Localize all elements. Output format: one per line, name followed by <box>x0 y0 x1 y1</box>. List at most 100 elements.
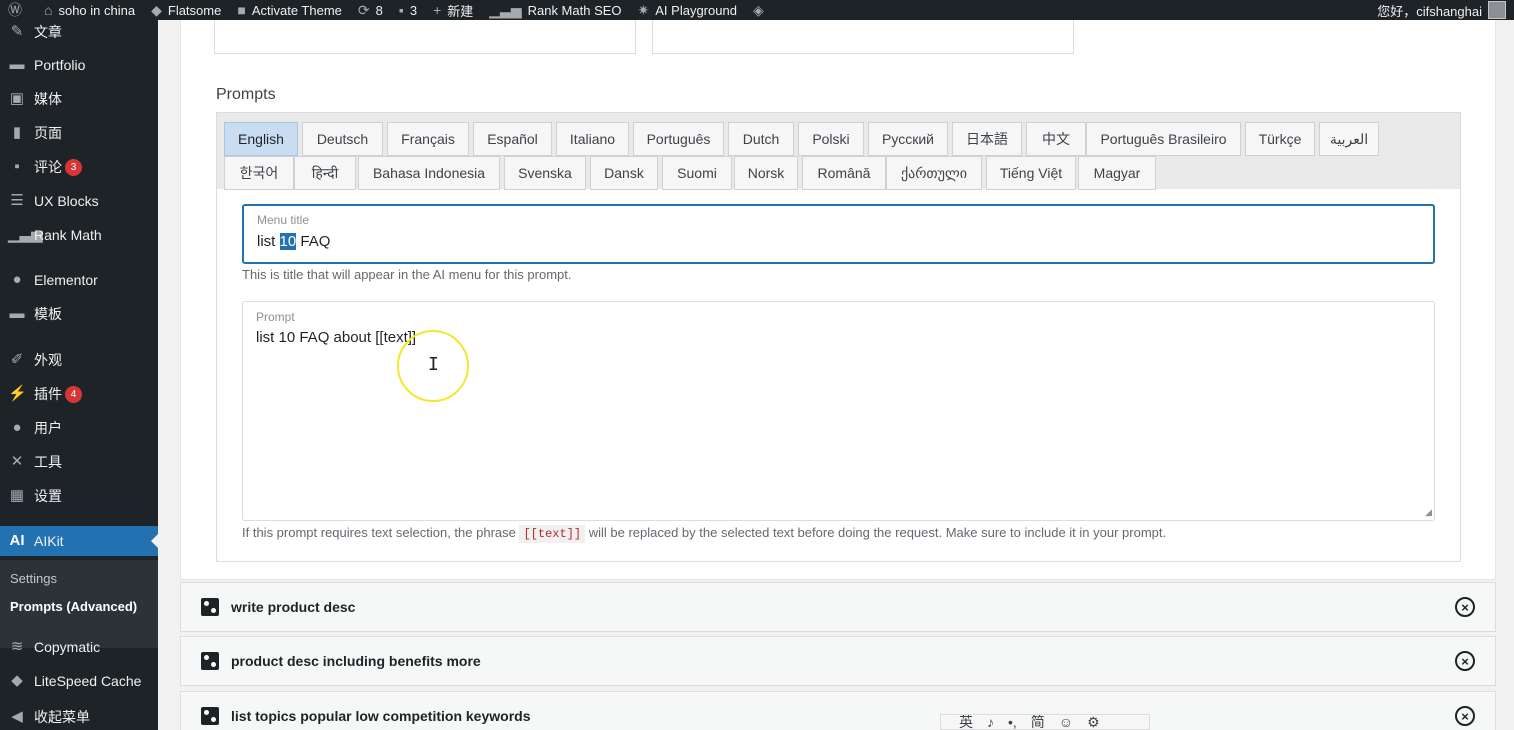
rankmath-link[interactable]: ▁▃▅ Rank Math SEO <box>481 0 629 20</box>
tab-dansk[interactable]: Dansk <box>590 156 658 190</box>
activate-theme-link[interactable]: ■ Activate Theme <box>229 0 350 20</box>
prompt-icon <box>201 707 219 725</box>
avatar <box>1488 1 1506 19</box>
comment-icon: ▪ <box>398 2 404 18</box>
page-icon: ▮ <box>12 124 22 141</box>
my-account-link[interactable]: 您好，cifshanghai <box>1369 0 1514 20</box>
new-content-link[interactable]: + 新建 <box>425 0 481 20</box>
tab-bahasa-indonesia[interactable]: Bahasa Indonesia <box>358 156 500 190</box>
sidebar-item-settings[interactable]: ▦ 设置 <box>0 481 158 511</box>
delete-prompt-icon[interactable]: × <box>1455 651 1475 671</box>
sidebar-item-pages[interactable]: ▮ 页面 <box>0 118 158 148</box>
text-placeholder-code: [[text]] <box>519 525 586 543</box>
tab-dutch[interactable]: Dutch <box>728 122 794 156</box>
tab-arabic[interactable]: العربية <box>1319 122 1379 156</box>
comments-badge: 3 <box>65 158 82 176</box>
sidebar-item-templates[interactable]: ▬ 模板 <box>0 299 158 329</box>
prompt-list-item[interactable]: product desc including benefits more × <box>180 636 1496 686</box>
tab-polski[interactable]: Polski <box>798 122 864 156</box>
lock-icon: ■ <box>237 2 246 18</box>
sidebar-item-media[interactable]: ▣ 媒体 <box>0 84 158 114</box>
prompt-help: If this prompt requires text selection, … <box>242 525 1167 543</box>
sidebar-item-rank-math[interactable]: ▁▃▅ Rank Math <box>0 220 158 250</box>
tab-japanese[interactable]: 日本語 <box>952 122 1022 156</box>
tab-turkce[interactable]: Türkçe <box>1245 122 1315 156</box>
submenu-prompts-advanced[interactable]: Prompts (Advanced) <box>10 599 137 614</box>
ime-simplified-toggle[interactable]: 简 <box>1031 715 1045 729</box>
menu-title-label: Menu title <box>257 213 310 227</box>
main-content: Prompts English Deutsch Français Español… <box>158 20 1514 730</box>
sidebar-item-portfolio[interactable]: ▬ Portfolio <box>0 50 158 80</box>
sidebar-item-tools[interactable]: ✕ 工具 <box>0 447 158 477</box>
ime-punctuation-icon[interactable]: •, <box>1008 715 1017 729</box>
resize-handle-icon[interactable]: ◢ <box>1425 507 1432 518</box>
ai-playground-link[interactable]: ✷ AI Playground <box>630 0 745 20</box>
menu-title-value: list 10 FAQ <box>257 233 331 250</box>
pin-icon: ✎ <box>10 23 24 40</box>
stack-icon: ≋ <box>10 638 24 655</box>
language-tabs-container: English Deutsch Français Español Italian… <box>216 112 1461 562</box>
elementor-icon: ● <box>12 271 22 288</box>
upper-field-box <box>214 20 636 54</box>
language-tabs: English Deutsch Français Español Italian… <box>217 113 1460 190</box>
tab-romana[interactable]: Română <box>802 156 886 190</box>
tab-francais[interactable]: Français <box>387 122 469 156</box>
sidebar-item-ux-blocks[interactable]: ☰ UX Blocks <box>0 186 158 216</box>
tab-portugues-brasileiro[interactable]: Português Brasileiro <box>1086 122 1241 156</box>
tab-italiano[interactable]: Italiano <box>556 122 629 156</box>
prompt-list-item[interactable]: write product desc × <box>180 582 1496 632</box>
prompt-icon <box>201 652 219 670</box>
tab-deutsch[interactable]: Deutsch <box>302 122 383 156</box>
ime-toolbar: 英 ♪ •, 简 ☺ ⚙ <box>940 714 1150 730</box>
flatsome-icon: ◆ <box>151 2 162 18</box>
upper-field-box <box>652 20 1074 54</box>
comments-link[interactable]: ▪ 3 <box>391 0 425 20</box>
chart-icon: ▁▃▅ <box>8 226 43 243</box>
sidebar-item-comments[interactable]: ▪ 评论 3 <box>0 152 158 182</box>
tab-espanol[interactable]: Español <box>473 122 552 156</box>
sidebar-item-users[interactable]: ● 用户 <box>0 413 158 443</box>
magic-wand-icon: ✷ <box>637 2 650 18</box>
delete-prompt-icon[interactable]: × <box>1455 597 1475 617</box>
tab-norsk[interactable]: Norsk <box>734 156 798 190</box>
blocks-icon: ☰ <box>10 192 24 209</box>
prompt-list-item[interactable]: list topics popular low competition keyw… <box>180 691 1496 730</box>
tab-korean[interactable]: 한국어 <box>224 156 294 190</box>
delete-prompt-icon[interactable]: × <box>1455 706 1475 726</box>
sidebar-item-aikit[interactable]: AI AIKit <box>0 526 158 556</box>
ime-settings-icon[interactable]: ⚙ <box>1087 715 1100 729</box>
tab-magyar[interactable]: Magyar <box>1078 156 1156 190</box>
comment-icon: ▪ <box>14 158 20 175</box>
tab-suomi[interactable]: Suomi <box>662 156 732 190</box>
tab-russian[interactable]: Русский <box>868 122 948 156</box>
submenu-settings[interactable]: Settings <box>10 571 57 586</box>
litespeed-link[interactable]: ◈ <box>745 0 778 20</box>
ime-language-toggle[interactable]: 英 <box>959 715 973 729</box>
tab-georgian[interactable]: ქართული <box>886 156 982 190</box>
collapse-icon: ◀ <box>11 708 23 725</box>
wordpress-logo-icon[interactable]: Ⓦ <box>0 0 36 20</box>
tab-portugues[interactable]: Português <box>633 122 724 156</box>
ime-moon-icon[interactable]: ♪ <box>987 715 994 729</box>
tab-svenska[interactable]: Svenska <box>504 156 586 190</box>
collapse-menu-button[interactable]: ◀ 收起菜单 <box>0 702 158 730</box>
ime-emoji-icon[interactable]: ☺ <box>1059 715 1073 729</box>
theme-link[interactable]: ◆ Flatsome <box>143 0 229 20</box>
menu-title-field[interactable]: Menu title list 10 FAQ <box>242 204 1435 264</box>
tab-english[interactable]: English <box>224 122 298 156</box>
updates-link[interactable]: ⟳ 8 <box>350 0 391 20</box>
tab-tieng-viet[interactable]: Tiếng Việt <box>986 156 1076 190</box>
selected-text: 10 <box>279 233 297 250</box>
sidebar-item-elementor[interactable]: ● Elementor <box>0 265 158 295</box>
plugin-icon: ⚡ <box>8 385 27 402</box>
media-icon: ▣ <box>9 90 25 107</box>
sidebar-item-plugins[interactable]: ⚡ 插件 4 <box>0 379 158 409</box>
sidebar-item-posts[interactable]: ✎ 文章 <box>0 17 158 47</box>
tab-hindi[interactable]: हिन्दी <box>294 156 356 190</box>
tab-chinese[interactable]: 中文 <box>1026 122 1086 156</box>
home-icon: ⌂ <box>44 2 53 18</box>
sidebar-item-appearance[interactable]: ✐ 外观 <box>0 345 158 375</box>
sidebar-item-copymatic[interactable]: ≋ Copymatic <box>0 632 158 662</box>
sidebar-item-litespeed[interactable]: ◆ LiteSpeed Cache <box>0 666 158 696</box>
site-name-link[interactable]: ⌂ soho in china <box>36 0 143 20</box>
